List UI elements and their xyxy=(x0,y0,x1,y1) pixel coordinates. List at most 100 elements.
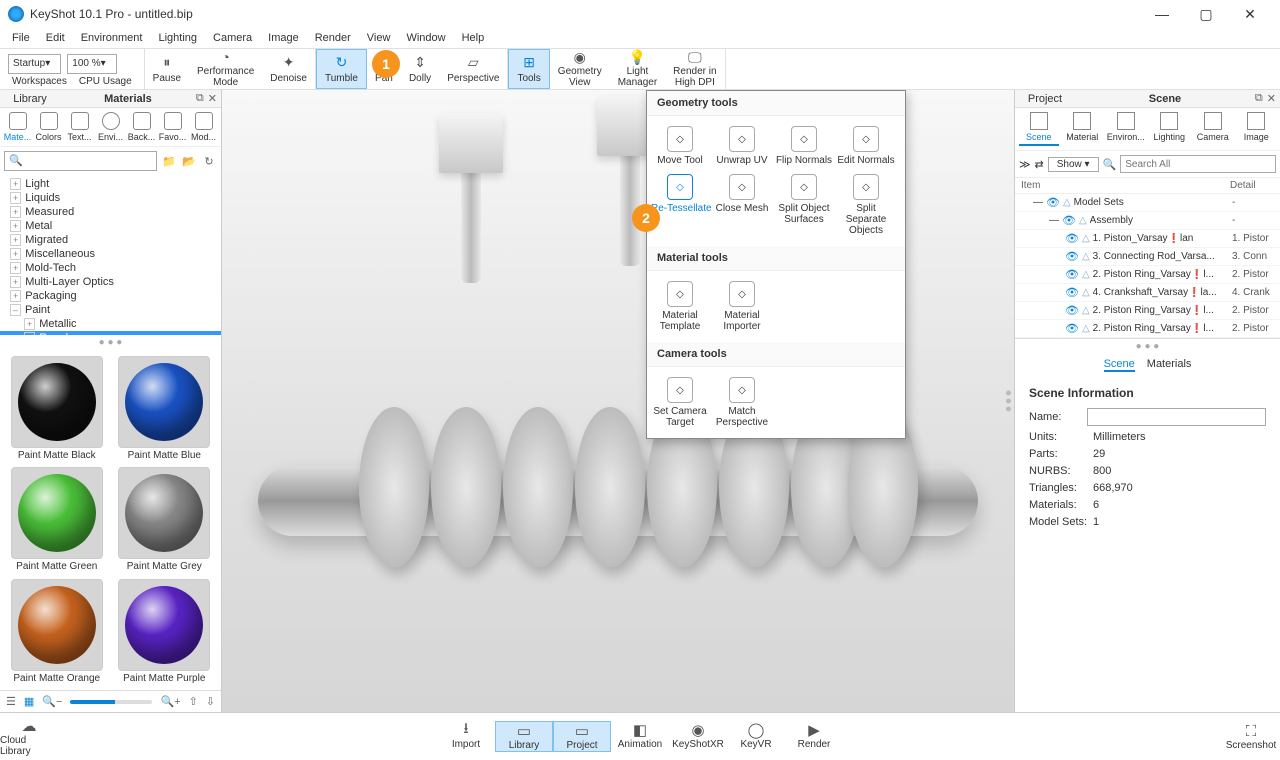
tree-node[interactable]: Multi-Layer Optics xyxy=(0,275,221,289)
zoom-in-icon[interactable]: 🔍+ xyxy=(160,695,180,708)
grid-view-icon[interactable]: ▦ xyxy=(24,695,34,708)
workspaces-button[interactable]: Workspaces xyxy=(6,76,73,87)
tool-flip-normals[interactable]: ◇Flip Normals xyxy=(773,122,835,170)
scene-tab[interactable]: Scene xyxy=(1075,93,1255,105)
tumble-button[interactable]: ↻Tumble xyxy=(316,49,367,89)
menu-edit[interactable]: Edit xyxy=(40,30,71,46)
tree-node[interactable]: Miscellaneous xyxy=(0,247,221,261)
panel-drag-handle[interactable] xyxy=(1006,391,1280,412)
folder-icon[interactable]: 📁 xyxy=(161,151,177,171)
close-button[interactable]: ✕ xyxy=(1228,0,1272,28)
libcat-3[interactable]: Envi... xyxy=(96,112,126,142)
popout-icon[interactable]: ⧉ xyxy=(1255,92,1263,105)
scenecat-3[interactable]: Lighting xyxy=(1149,112,1189,146)
tool-set-camera-target[interactable]: ◇Set Camera Target xyxy=(649,373,711,432)
thumbnail-size-slider[interactable] xyxy=(70,700,152,704)
maximize-button[interactable]: ▢ xyxy=(1184,0,1228,28)
folder-add-icon[interactable]: 📂 xyxy=(181,151,197,171)
libcat-5[interactable]: Favo... xyxy=(158,112,188,142)
materials-tab[interactable]: Materials xyxy=(60,93,196,105)
download-icon[interactable]: ⇩ xyxy=(206,695,215,708)
visibility-icon[interactable]: 👁 xyxy=(1065,322,1079,335)
scene-row[interactable]: 👁△3. Connecting Rod_Varsa...3. Conn xyxy=(1015,248,1280,266)
bottom-import[interactable]: ⭳Import xyxy=(437,721,495,750)
swatch[interactable]: Paint Matte Purple xyxy=(114,579,216,684)
libcat-2[interactable]: Text... xyxy=(65,112,95,142)
libcat-1[interactable]: Colors xyxy=(34,112,64,142)
bottom-animation[interactable]: ◧Animation xyxy=(611,721,669,750)
visibility-icon[interactable]: 👁 xyxy=(1065,268,1079,281)
scene-tree[interactable]: —👁△Model Sets-—👁△Assembly-👁△1. Piston_Va… xyxy=(1015,194,1280,339)
libcat-6[interactable]: Mod... xyxy=(189,112,219,142)
close-panel-icon[interactable]: ✕ xyxy=(208,92,217,105)
show-dropdown[interactable]: Show ▾ xyxy=(1048,157,1099,172)
perspective-button[interactable]: ▱Perspective xyxy=(439,49,507,89)
scene-row[interactable]: 👁△1. Piston_Varsay❗lan1. Pistor xyxy=(1015,230,1280,248)
scene-row[interactable]: —👁△Assembly- xyxy=(1015,212,1280,230)
dolly-button[interactable]: ⇕Dolly xyxy=(401,49,439,89)
library-search-input[interactable] xyxy=(4,151,157,171)
cpu-percent-dropdown[interactable]: 100 % ▾ xyxy=(67,54,116,74)
tool-edit-normals[interactable]: ◇Edit Normals xyxy=(835,122,897,170)
upload-icon[interactable]: ⇧ xyxy=(189,695,198,708)
geometry-view-button[interactable]: ◉Geometry View xyxy=(550,49,610,89)
tool-split-object-surfaces[interactable]: ◇Split Object Surfaces xyxy=(773,170,835,240)
materials-subtab[interactable]: Materials xyxy=(1147,358,1192,372)
scene-row[interactable]: —👁△Model Sets- xyxy=(1015,194,1280,212)
material-tree[interactable]: LightLiquidsMeasuredMetalMigratedMiscell… xyxy=(0,175,221,335)
tree-node[interactable]: Liquids xyxy=(0,191,221,205)
visibility-icon[interactable]: 👁 xyxy=(1062,214,1076,227)
hierarchy-icon[interactable]: ⇄ xyxy=(1035,158,1044,171)
swatch[interactable]: Paint Matte Green xyxy=(6,467,108,572)
tool-close-mesh[interactable]: ◇Close Mesh xyxy=(711,170,773,240)
tool-match-perspective[interactable]: ◇Match Perspective xyxy=(711,373,773,432)
tree-node[interactable]: Metal xyxy=(0,219,221,233)
zoom-out-icon[interactable]: 🔍− xyxy=(42,695,62,708)
swatch[interactable]: Paint Matte Orange xyxy=(6,579,108,684)
scene-subtab[interactable]: Scene xyxy=(1104,358,1135,372)
scenecat-5[interactable]: Image xyxy=(1236,112,1276,146)
bottom-library[interactable]: ▭Library xyxy=(495,721,553,752)
swatch[interactable]: Paint Matte Blue xyxy=(114,356,216,461)
bottom-project[interactable]: ▭Project xyxy=(553,721,611,752)
scene-row[interactable]: 👁△2. Piston Ring_Varsay❗l...2. Pistor xyxy=(1015,320,1280,338)
tree-node[interactable]: Measured xyxy=(0,205,221,219)
tree-node[interactable]: Light xyxy=(0,177,221,191)
menu-environment[interactable]: Environment xyxy=(75,30,149,46)
tool-move-tool[interactable]: ◇Move Tool xyxy=(649,122,711,170)
library-tab[interactable]: Library xyxy=(0,93,60,105)
scenecat-4[interactable]: Camera xyxy=(1193,112,1233,146)
tool-unwrap-uv[interactable]: ◇Unwrap UV xyxy=(711,122,773,170)
project-tab[interactable]: Project xyxy=(1015,93,1075,105)
menu-image[interactable]: Image xyxy=(262,30,305,46)
scene-row[interactable]: 👁△2. Piston Ring_Varsay❗l...2. Pistor xyxy=(1015,266,1280,284)
tool-split-separate-objects[interactable]: ◇Split Separate Objects xyxy=(835,170,897,240)
bottom-keyvr[interactable]: ◯KeyVR xyxy=(727,721,785,750)
libcat-4[interactable]: Back... xyxy=(127,112,157,142)
visibility-icon[interactable]: 👁 xyxy=(1065,286,1079,299)
light-manager-button[interactable]: 💡Light Manager xyxy=(610,49,665,89)
tree-node[interactable]: Migrated xyxy=(0,233,221,247)
list-view-icon[interactable]: ☰ xyxy=(6,695,16,708)
visibility-icon[interactable]: 👁 xyxy=(1065,232,1079,245)
menu-file[interactable]: File xyxy=(6,30,36,46)
libcat-0[interactable]: Mate... xyxy=(3,112,33,142)
visibility-icon[interactable]: 👁 xyxy=(1065,304,1079,317)
tool-re-tessellate[interactable]: ◇Re-Tessellate xyxy=(649,170,711,240)
cloud-library-button[interactable]: ☁Cloud Library xyxy=(0,713,58,760)
minimize-button[interactable]: — xyxy=(1140,0,1184,28)
tree-node[interactable]: Mold-Tech xyxy=(0,261,221,275)
tree-node[interactable]: Packaging xyxy=(0,289,221,303)
menu-view[interactable]: View xyxy=(361,30,397,46)
menu-render[interactable]: Render xyxy=(309,30,357,46)
render-viewport[interactable]: Geometry tools ◇Move Tool◇Unwrap UV◇Flip… xyxy=(222,90,1014,712)
pause-button[interactable]: ⏸Pause xyxy=(145,49,189,89)
visibility-icon[interactable]: 👁 xyxy=(1065,250,1079,263)
tree-node[interactable]: Metallic xyxy=(0,317,221,331)
menu-window[interactable]: Window xyxy=(400,30,451,46)
cpu-usage-button[interactable]: CPU Usage xyxy=(73,76,138,87)
scenecat-2[interactable]: Environ... xyxy=(1106,112,1146,146)
bottom-keyshotxr[interactable]: ◉KeyShotXR xyxy=(669,721,727,750)
tool-material-importer[interactable]: ◇Material Importer xyxy=(711,277,773,336)
collapse-icon[interactable]: ≫ xyxy=(1019,158,1031,171)
